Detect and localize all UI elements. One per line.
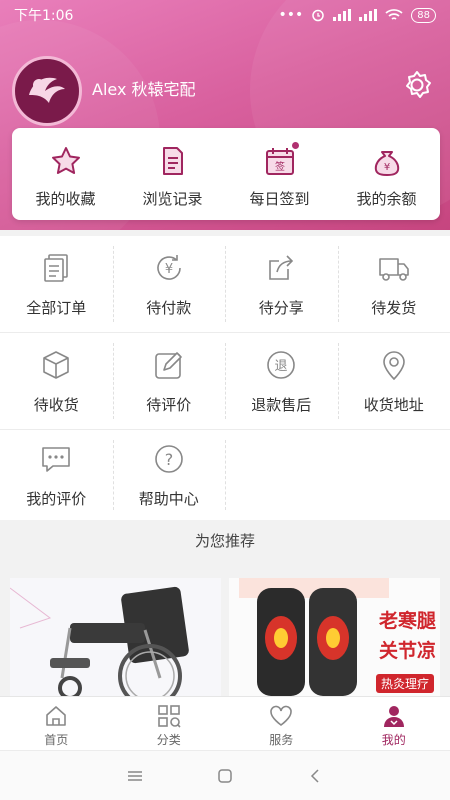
profile-icon: [383, 706, 404, 727]
grid-label: 全部订单: [26, 298, 87, 317]
menu-icon: [128, 770, 142, 781]
home-icon: [46, 706, 67, 726]
quick-balance[interactable]: ¥ 我的余额: [333, 128, 440, 220]
grid-row: 全部订单 ¥ 待付款 待分享 待发货: [0, 236, 450, 333]
battery-indicator: 88: [411, 7, 436, 23]
document-icon: [162, 147, 183, 175]
more-dots-icon: •••: [278, 7, 304, 23]
quick-checkin[interactable]: 签 每日签到: [226, 128, 333, 220]
refund-icon: 退: [267, 350, 296, 379]
grid-label: 我的评价: [26, 489, 87, 508]
signal-icon: [333, 9, 352, 21]
promo-line-2: 关节凉: [378, 640, 436, 662]
grid-address[interactable]: 收货地址: [337, 333, 450, 429]
location-icon: [382, 350, 405, 380]
star-icon: [51, 147, 80, 174]
wheelchair-image: [10, 586, 189, 696]
yen-glyph: ¥: [383, 162, 389, 173]
product-card-wheelchair[interactable]: [10, 578, 221, 696]
grid-pending-delivery[interactable]: 待发货: [337, 236, 450, 332]
notification-dot: [291, 142, 299, 149]
grid-row: 待收货 待评价 退 退款售后 收货地址: [0, 333, 450, 430]
back-nav-button[interactable]: [303, 764, 327, 788]
grid-label: 待付款: [146, 298, 192, 317]
recommend-title: 为您推荐: [194, 532, 255, 550]
wifi-icon: [385, 9, 403, 20]
home-nav-button[interactable]: [213, 764, 237, 788]
gear-icon: [406, 71, 431, 98]
bottom-tab-bar: 首页 分类 服务 我的: [0, 696, 450, 750]
status-time: 下午1:06: [14, 8, 74, 24]
grid-refund[interactable]: 退 退款售后: [225, 333, 338, 429]
square-icon: [218, 768, 232, 783]
yen-glyph: ¥: [165, 262, 173, 277]
order-grid: 全部订单 ¥ 待付款 待分享 待发货 待收货 待评价 退 退款售后 收货地址 我…: [0, 236, 450, 520]
settings-button[interactable]: [400, 68, 434, 102]
grid-label: 待评价: [146, 395, 192, 414]
money-bag-icon: ¥: [374, 151, 399, 176]
category-icon: [157, 705, 181, 728]
back-icon: [310, 768, 319, 783]
quick-label: 我的余额: [356, 190, 417, 208]
grid-label: 待分享: [258, 298, 304, 317]
sign-glyph: 签: [275, 160, 285, 173]
quick-history[interactable]: 浏览记录: [119, 128, 226, 220]
refund-glyph: 退: [275, 359, 288, 374]
quick-actions-card: 我的收藏 浏览记录 签 每日签到 ¥ 我的余额: [12, 128, 440, 220]
grid-label: 帮助中心: [138, 489, 199, 508]
tab-label: 分类: [156, 733, 181, 747]
comment-icon: [42, 446, 71, 472]
grid-label: 待收货: [33, 395, 79, 414]
alarm-icon: [312, 9, 325, 22]
grid-pending-payment[interactable]: ¥ 待付款: [112, 236, 226, 332]
grid-label: 收货地址: [363, 395, 424, 414]
tab-home[interactable]: 首页: [0, 697, 113, 750]
grid-row: 我的评价 ? 帮助中心: [0, 430, 450, 520]
pencil-icon: [154, 351, 182, 379]
grid-label: 待发货: [371, 298, 417, 317]
profile-name[interactable]: Alex 秋辕宅配: [92, 76, 196, 100]
grid-help-center[interactable]: ? 帮助中心: [112, 430, 226, 520]
avatar[interactable]: [12, 56, 82, 126]
system-nav-bar: [0, 750, 450, 800]
tab-label: 首页: [44, 733, 69, 747]
quick-label: 每日签到: [249, 190, 310, 208]
brand-logo-icon: [29, 77, 65, 103]
quick-favorites[interactable]: 我的收藏: [12, 128, 119, 220]
promo-line-1: 老寒腿: [378, 610, 436, 632]
orders-icon: [44, 253, 69, 282]
truck-icon: [378, 257, 409, 281]
grid-my-reviews[interactable]: 我的评价: [0, 430, 113, 520]
grid-empty: [225, 430, 338, 520]
grid-empty: [338, 430, 450, 520]
grid-all-orders[interactable]: 全部订单: [0, 236, 113, 332]
product-card-knee-pad[interactable]: 老寒腿 关节凉 热灸理疗: [229, 578, 440, 696]
package-icon: [43, 350, 70, 379]
grid-label: 退款售后: [251, 395, 312, 414]
quick-label: 我的收藏: [35, 190, 96, 208]
calendar-sign-icon: 签: [265, 148, 294, 175]
tab-label: 服务: [269, 733, 294, 747]
quick-label: 浏览记录: [142, 190, 203, 208]
signal-icon-2: [359, 9, 378, 21]
tab-mine[interactable]: 我的: [338, 697, 450, 750]
tab-label: 我的: [381, 733, 406, 747]
grid-pending-share[interactable]: 待分享: [225, 236, 338, 332]
yen-icon: ¥: [156, 254, 181, 280]
heart-icon: [270, 705, 293, 726]
menu-nav-button[interactable]: [123, 764, 147, 788]
share-icon: [269, 254, 294, 280]
tab-category[interactable]: 分类: [113, 697, 226, 750]
grid-pending-review[interactable]: 待评价: [112, 333, 226, 429]
help-glyph: ?: [165, 450, 174, 469]
promo-tag: 热灸理疗: [375, 674, 434, 693]
status-bar: 下午1:06 ••• 88: [0, 0, 450, 30]
grid-pending-receipt[interactable]: 待收货: [0, 333, 113, 429]
help-icon: ?: [154, 444, 183, 473]
tab-service[interactable]: 服务: [225, 697, 338, 750]
